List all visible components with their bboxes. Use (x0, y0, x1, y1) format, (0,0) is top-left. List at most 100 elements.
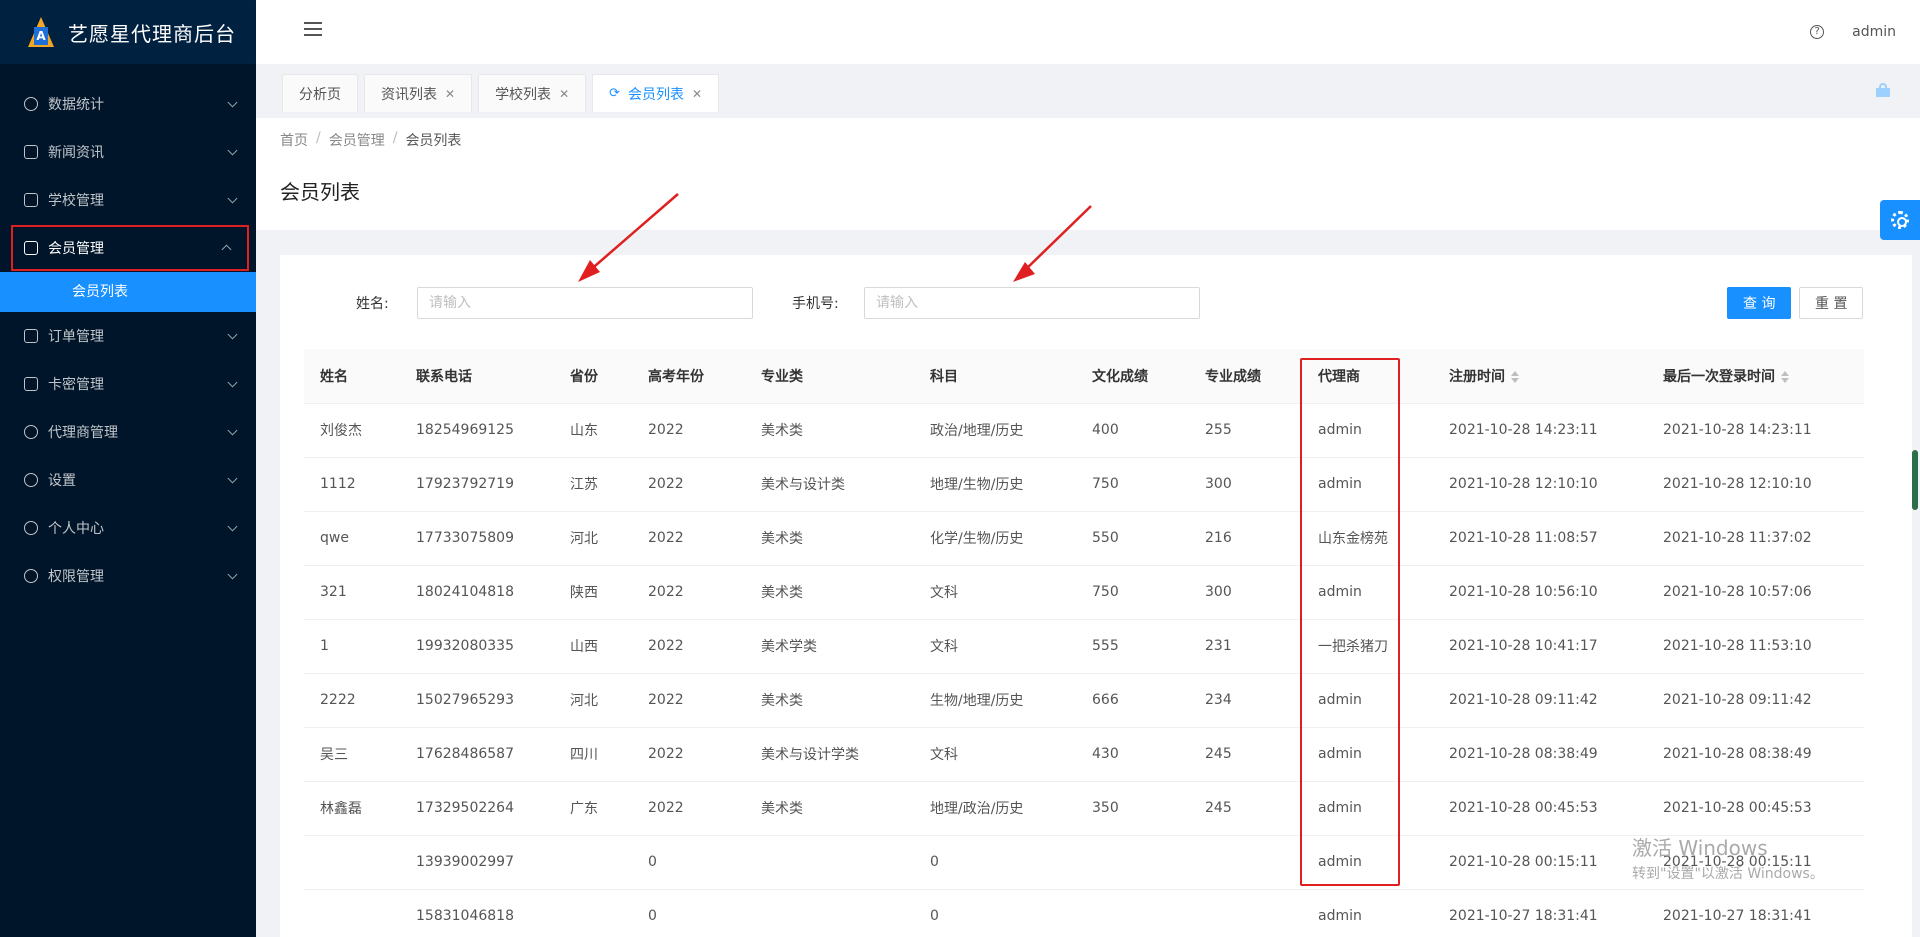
table-row[interactable]: 13939002997 0 0 admin 2021-10-28 00:15:11 202… (304, 835, 1864, 890)
table-cell: 1 (304, 619, 400, 674)
table-row[interactable]: 2222 15027965293 河北 2022 美术类 生物/地理/历史 666 234 ad… (304, 673, 1864, 728)
table-cell: 17628486587 (400, 727, 554, 782)
search-form: 姓名: 手机号: 查 询 重 置 (280, 283, 1912, 323)
question-circle-icon[interactable]: ? (1810, 25, 1825, 39)
table-cell: 2022 (632, 727, 745, 782)
table-cell: 300 (1189, 565, 1302, 620)
table-cell: 231 (1189, 619, 1302, 674)
table-cell: 0 (914, 835, 1076, 890)
column-header-sortable[interactable]: 注册时间 (1433, 349, 1647, 404)
sidebar-item-news[interactable]: 新闻资讯 (0, 128, 256, 176)
member-table: 姓名 联系电话 省份 高考年份 专业类 科目 文化成绩 专业成绩 代理商 注册时… (304, 349, 1864, 937)
sidebar-item-settings[interactable]: 设置 (0, 456, 256, 504)
table-cell: 13939002997 (400, 835, 554, 890)
table-cell: 2021-10-28 11:53:10 (1647, 619, 1864, 674)
table-cell (745, 889, 914, 937)
tab-analysis[interactable]: 分析页 (282, 74, 358, 112)
table-cell (554, 835, 632, 890)
table-row[interactable]: qwe 17733075809 河北 2022 美术类 化学/生物/历史 550 216 山东金… (304, 511, 1864, 566)
table-cell: 美术类 (745, 511, 914, 566)
chevron-down-icon (227, 521, 238, 532)
table-row[interactable]: 15831046818 0 0 admin 2021-10-27 18:31:41 202… (304, 889, 1864, 937)
user-name[interactable]: admin (1852, 24, 1896, 40)
chevron-down-icon (227, 145, 238, 156)
reset-button[interactable]: 重 置 (1799, 287, 1864, 319)
table-row[interactable]: 刘俊杰 18254969125 山东 2022 美术类 政治/地理/历史 400 255 adm… (304, 403, 1864, 458)
table-cell: 河北 (554, 511, 632, 566)
sidebar-item-members[interactable]: 会员管理 (10, 224, 250, 272)
sidebar-item-label: 设置 (48, 473, 76, 489)
sidebar-subitem-member-list[interactable]: 会员列表 (0, 272, 256, 312)
close-icon[interactable]: ✕ (692, 87, 702, 101)
card-icon (24, 377, 38, 391)
table-cell: 321 (304, 565, 400, 620)
table-row[interactable]: 1112 17923792719 江苏 2022 美术与设计类 地理/生物/历史 750 30… (304, 457, 1864, 512)
refresh-icon[interactable]: ⟳ (609, 86, 620, 101)
sidebar-item-cards[interactable]: 卡密管理 (0, 360, 256, 408)
table-cell: 0 (632, 889, 745, 937)
sidebar-item-label: 个人中心 (48, 521, 104, 537)
table-cell: 2021-10-28 10:57:06 (1647, 565, 1864, 620)
logo-area[interactable]: A 艺愿星代理商后台 (0, 0, 256, 64)
tab-label: 学校列表 (495, 86, 552, 103)
table-row[interactable]: 1 19932080335 山西 2022 美术学类 文科 555 231 一把杀猪刀 2021-… (304, 619, 1864, 674)
scrollbar-thumb[interactable] (1912, 450, 1918, 510)
table-cell (1076, 889, 1189, 937)
table-cell (554, 889, 632, 937)
sort-icon[interactable] (1511, 370, 1519, 383)
chevron-down-icon (227, 193, 238, 204)
table-cell: 文科 (914, 727, 1076, 782)
chevron-down-icon (227, 329, 238, 340)
phone-input[interactable] (864, 287, 1200, 319)
settings-drawer-button[interactable] (1880, 200, 1920, 240)
table-cell: 234 (1189, 673, 1302, 728)
sidebar-item-profile[interactable]: 个人中心 (0, 504, 256, 552)
column-header-sortable[interactable]: 最后一次登录时间 (1647, 349, 1864, 404)
sidebar-item-data-stats[interactable]: 数据统计 (0, 80, 256, 128)
table-cell: 400 (1076, 403, 1189, 458)
gear-icon (1891, 211, 1909, 229)
lock-icon[interactable] (1876, 83, 1890, 97)
table-cell: 2021-10-28 09:11:42 (1433, 673, 1647, 728)
close-icon[interactable]: ✕ (559, 87, 569, 101)
sidebar-item-agents[interactable]: 代理商管理 (0, 408, 256, 456)
breadcrumb: 首页 / 会员管理 / 会员列表 (280, 130, 1920, 150)
phone-label: 手机号: (792, 296, 839, 312)
table-cell (1189, 835, 1302, 890)
tab-label: 资讯列表 (381, 86, 437, 103)
table-cell (745, 835, 914, 890)
chevron-down-icon (227, 473, 238, 484)
sort-icon[interactable] (1781, 370, 1789, 383)
tab-school-list[interactable]: 学校列表 ✕ (478, 74, 587, 112)
table-cell: 2022 (632, 673, 745, 728)
breadcrumb-member-mgmt[interactable]: 会员管理 (329, 130, 385, 150)
sidebar-item-label: 订单管理 (48, 329, 104, 345)
table-row[interactable]: 321 18024104818 陕西 2022 美术类 文科 750 300 admin 2021… (304, 565, 1864, 620)
table-cell: 美术类 (745, 403, 914, 458)
sidebar-item-permissions[interactable]: 权限管理 (0, 552, 256, 600)
table-cell: 555 (1076, 619, 1189, 674)
table-cell: 17329502264 (400, 781, 554, 836)
menu-fold-icon[interactable] (304, 22, 322, 38)
sidebar-item-label: 学校管理 (48, 193, 104, 209)
table-cell: 2022 (632, 619, 745, 674)
table-row[interactable]: 吴三 17628486587 四川 2022 美术与设计学类 文科 430 245 admin 2… (304, 727, 1864, 782)
table-cell: 生物/地理/历史 (914, 673, 1076, 728)
sidebar-item-orders[interactable]: 订单管理 (0, 312, 256, 360)
table-cell: 美术类 (745, 781, 914, 836)
sidebar-item-schools[interactable]: 学校管理 (0, 176, 256, 224)
table-row[interactable]: 林鑫磊 17329502264 广东 2022 美术类 地理/政治/历史 350 245 adm… (304, 781, 1864, 836)
windows-activation-watermark: 激活 Windows 转到"设置"以激活 Windows。 (1632, 832, 1824, 883)
table-cell: 文科 (914, 619, 1076, 674)
breadcrumb-home[interactable]: 首页 (280, 130, 308, 150)
column-header-label: 注册时间 (1449, 368, 1505, 385)
tab-member-list[interactable]: ⟳ 会员列表 ✕ (592, 74, 720, 112)
query-button[interactable]: 查 询 (1727, 287, 1792, 319)
tab-news-list[interactable]: 资讯列表 ✕ (364, 74, 473, 112)
table-cell: 美术类 (745, 565, 914, 620)
close-icon[interactable]: ✕ (445, 87, 455, 101)
table-cell: 美术与设计类 (745, 457, 914, 512)
table-cell: 陕西 (554, 565, 632, 620)
name-input[interactable] (417, 287, 753, 319)
gear-icon (24, 473, 38, 487)
